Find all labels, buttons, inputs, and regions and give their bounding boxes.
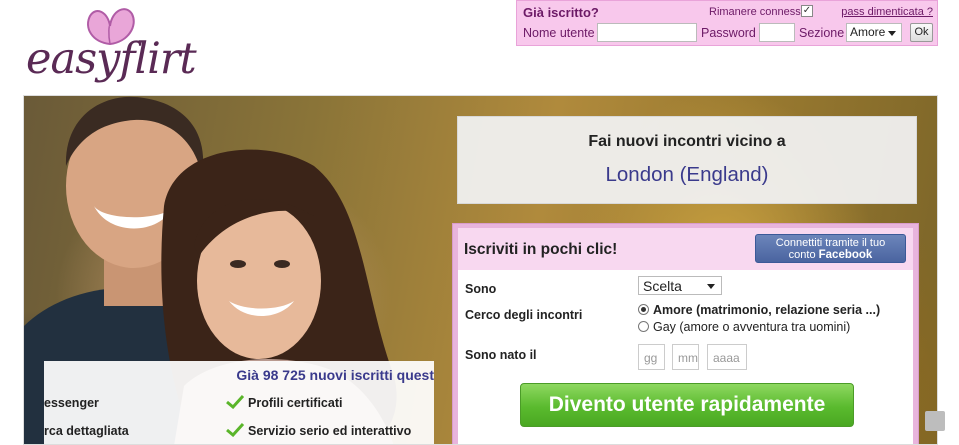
login-title: Già iscritto? [523,5,599,20]
stats-item: Profili certificati [248,396,343,410]
login-ok-button[interactable]: Ok [910,23,933,42]
month-input[interactable]: mm [672,344,699,370]
password-label: Password [701,26,756,40]
radio-amore[interactable] [638,304,649,315]
remember-checkbox[interactable]: ✓ [801,5,813,17]
logo-text: easyflirt [26,34,197,84]
option-gay-label: Gay (amore o avventura tra uomini) [653,320,851,334]
stats-headline: Già 98 725 nuovi iscritti quest [236,367,434,383]
site-logo[interactable]: easyflirt [22,4,212,92]
login-panel: Già iscritto? Rimanere connessi ✓ pass d… [516,0,938,46]
location-name[interactable]: London (England) [458,163,916,187]
section-select[interactable]: Amore [846,23,902,42]
expand-icon[interactable] [925,411,945,431]
location-box: Fai nuovi incontri vicino a London (Engl… [457,116,917,204]
sono-select-value: Scelta [643,278,682,294]
chevron-down-icon [707,284,715,289]
stats-item: rca dettagliata [44,424,129,438]
option-gay[interactable]: Gay (amore o avventura tra uomini) [638,320,850,334]
born-label: Sono nato il [465,348,537,362]
signup-submit-button[interactable]: Divento utente rapidamente [520,383,854,427]
year-input[interactable]: aaaa [707,344,747,370]
password-input[interactable] [759,23,795,42]
hero-banner: Già 98 725 nuovi iscritti quest essenger… [23,95,938,445]
signup-body: Sono Scelta Cerco degli incontri Amore (… [458,270,913,444]
checkmark-icon [226,423,244,437]
section-label: Sezione [799,26,845,40]
stats-item: Servizio serio ed interattivo [248,424,412,438]
remember-label: Rimanere connessi [709,6,804,18]
signup-header: Iscriviti in pochi clic! Connettiti tram… [458,228,913,270]
facebook-connect-button[interactable]: Connettiti tramite il tuo conto Facebook [755,234,906,263]
radio-gay[interactable] [638,321,649,332]
sono-select[interactable]: Scelta [638,276,722,295]
day-input[interactable]: gg [638,344,665,370]
forgot-password-link[interactable]: pass dimenticata ? [841,6,933,18]
facebook-line1: Connettiti tramite il tuo [775,237,886,249]
username-input[interactable] [597,23,697,42]
location-intro: Fai nuovi incontri vicino a [588,133,786,150]
section-select-value: Amore [850,25,886,39]
signup-form: Iscriviti in pochi clic! Connettiti tram… [452,223,919,444]
sono-label: Sono [465,282,497,296]
chevron-down-icon [888,31,896,36]
option-amore[interactable]: Amore (matrimonio, relazione seria ...) [638,303,880,317]
username-label: Nome utente [523,26,595,40]
cerco-label: Cerco degli incontri [465,308,583,322]
option-amore-label: Amore (matrimonio, relazione seria ...) [653,303,881,317]
signup-title: Iscriviti in pochi clic! [464,241,618,258]
facebook-line2-prefix: conto [788,249,819,261]
facebook-brand: Facebook [818,249,873,261]
stats-item: essenger [44,396,99,410]
checkmark-icon [226,395,244,409]
stats-panel: Già 98 725 nuovi iscritti quest essenger… [44,361,434,444]
